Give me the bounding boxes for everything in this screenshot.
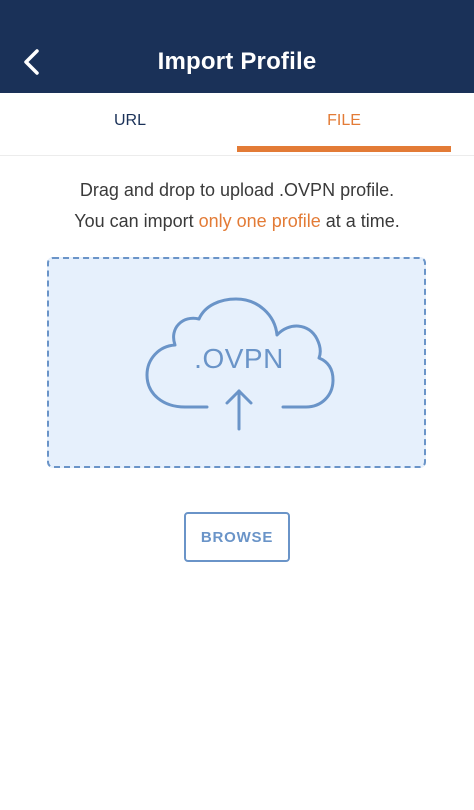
- app-header: Import Profile: [0, 0, 474, 93]
- instructions-text-before: You can import: [74, 211, 199, 231]
- active-tab-indicator: [237, 146, 451, 152]
- instructions-line-1: Drag and drop to upload .OVPN profile.: [79, 180, 395, 200]
- instructions-highlight: only one profile: [198, 211, 321, 231]
- cloud-upload-icon: .OVPN: [143, 295, 335, 435]
- instructions-line-2: You can import only one profile at a tim…: [0, 206, 474, 237]
- upload-instructions: Drag and drop to upload .OVPN profile. Y…: [0, 175, 474, 237]
- instructions-text-after: at a time.: [320, 211, 400, 231]
- ovpn-label: .OVPN: [194, 343, 284, 374]
- file-dropzone[interactable]: .OVPN: [47, 257, 426, 468]
- tab-url[interactable]: URL: [24, 93, 236, 155]
- page-title: Import Profile: [157, 48, 317, 75]
- browse-button[interactable]: BROWSE: [184, 512, 290, 562]
